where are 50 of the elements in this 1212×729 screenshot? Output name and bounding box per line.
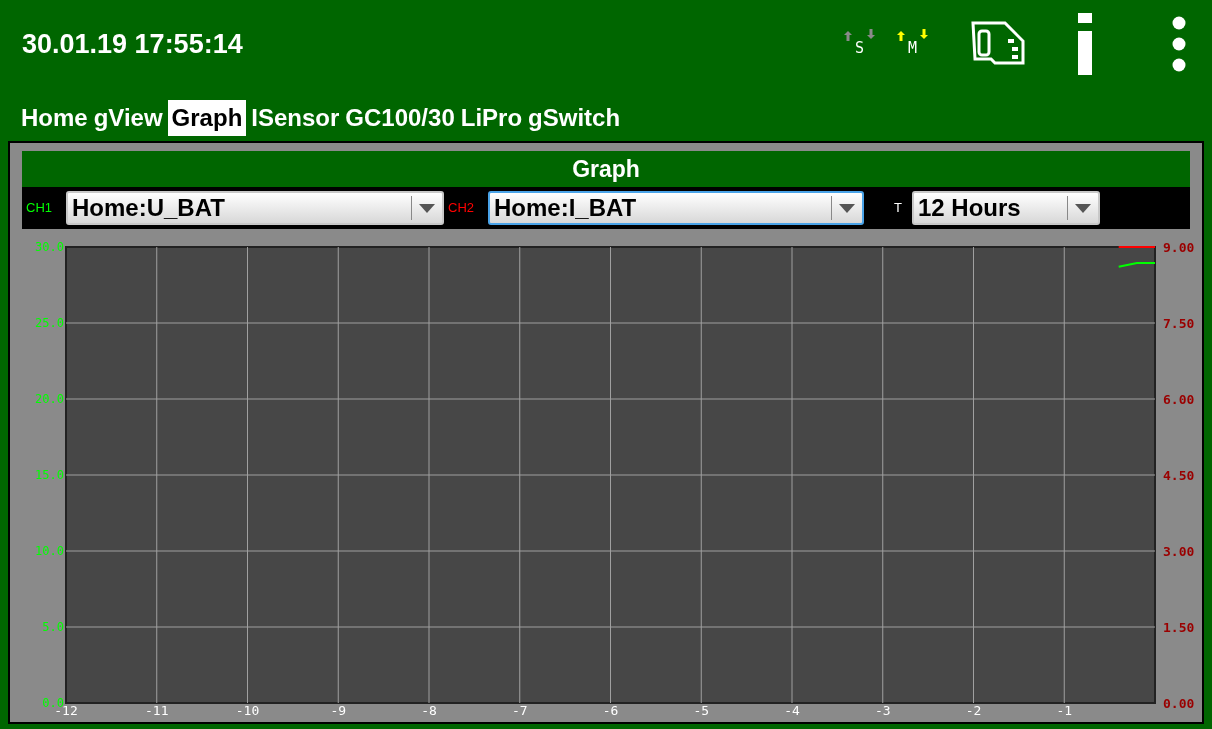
- y-tick-label: 1.50: [1163, 620, 1195, 635]
- tab[interactable]: gSwitch: [527, 100, 622, 136]
- y-tick-label: 15.0: [35, 468, 64, 482]
- indicator-label: M: [907, 37, 917, 59]
- date-time: 30.01.19 17:55:14: [22, 27, 243, 61]
- indicator-label: S: [854, 37, 864, 59]
- dropdown[interactable]: Home:U_BAT: [66, 191, 444, 225]
- tab[interactable]: ISensor: [250, 100, 341, 136]
- channel-label: CH2: [448, 199, 475, 218]
- x-tick-label: -6: [602, 703, 619, 718]
- dropdown[interactable]: Home:I_BAT: [488, 191, 865, 225]
- channel-label: CH1: [26, 199, 52, 218]
- channel-label: T: [894, 199, 902, 218]
- tab[interactable]: Home: [20, 100, 89, 136]
- x-tick-label: -4: [784, 703, 800, 718]
- y-tick-label: 4.50: [1163, 468, 1195, 483]
- x-tick-label: -9: [330, 703, 347, 718]
- y-tick-label: 20.0: [35, 392, 64, 406]
- series-line: [1117, 246, 1156, 248]
- info-icon[interactable]: [1078, 13, 1092, 75]
- x-tick-label: -5: [693, 703, 710, 718]
- tab[interactable]: Graph: [167, 100, 247, 136]
- y-tick-label: 30.0: [35, 240, 64, 254]
- menu-icon[interactable]: [1172, 16, 1186, 72]
- y-tick-label: 3.00: [1163, 544, 1195, 559]
- x-tick-label: -3: [874, 703, 891, 718]
- x-tick-label: -10: [235, 703, 260, 718]
- y-tick-label: 6.00: [1163, 392, 1195, 407]
- down-arrow-icon: [920, 28, 928, 39]
- y-tick-label: 9.00: [1163, 240, 1195, 255]
- tab[interactable]: GC100/30: [344, 100, 456, 136]
- y-tick-label: 10.0: [35, 544, 64, 558]
- y-tick-label: 25.0: [35, 316, 64, 330]
- x-tick-label: -1: [1056, 703, 1073, 718]
- sd-card-icon[interactable]: [970, 20, 1028, 68]
- down-arrow-icon: [866, 28, 875, 39]
- x-tick-label: -11: [145, 703, 169, 718]
- up-arrow-icon: [896, 30, 905, 41]
- panel-title: Graph: [22, 151, 1190, 187]
- x-tick-label: -8: [421, 703, 437, 718]
- y-tick-label: 7.50: [1163, 316, 1195, 331]
- y-tick-label: 0.00: [1163, 696, 1195, 711]
- dropdown[interactable]: 12 Hours: [912, 191, 1100, 225]
- x-tick-label: -2: [965, 703, 982, 718]
- y-tick-label: 5.0: [42, 620, 64, 634]
- series-line: [1117, 262, 1156, 268]
- tab[interactable]: gView: [92, 100, 164, 136]
- x-tick-label: -7: [511, 703, 528, 718]
- tab[interactable]: LiPro: [459, 100, 524, 136]
- up-arrow-icon: [843, 30, 852, 41]
